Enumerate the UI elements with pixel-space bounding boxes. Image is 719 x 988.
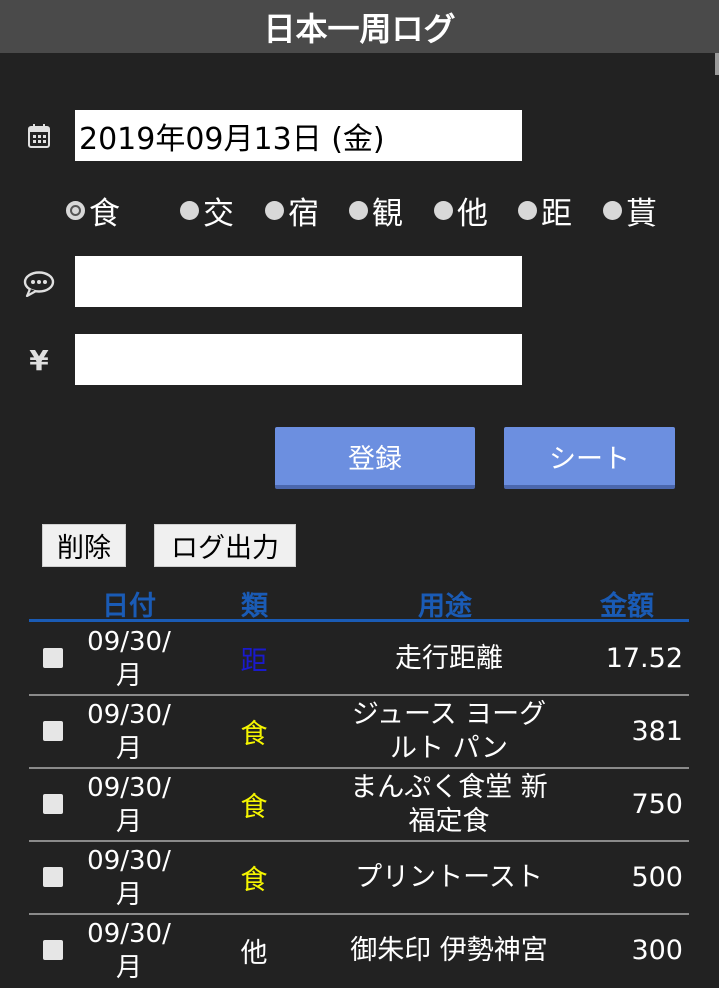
radio-label: 観 <box>372 195 403 232</box>
register-button[interactable]: 登録 <box>275 427 475 489</box>
row-checkbox[interactable] <box>43 867 63 887</box>
row-category: 距 <box>240 646 268 677</box>
row-purpose: まんぷく食堂 新 福定食 <box>350 771 548 837</box>
row-date: 09/30/ 月 <box>87 773 171 837</box>
radio-icon <box>603 200 622 220</box>
row-category: 他 <box>240 938 268 969</box>
radio-label: 貰 <box>626 195 657 232</box>
radio-label: 食 <box>89 195 120 232</box>
radio-category-5[interactable]: 距 <box>518 188 572 232</box>
radio-category-4[interactable]: 他 <box>434 188 488 232</box>
row-date: 09/30/ 月 <box>87 919 171 983</box>
radio-category-6[interactable]: 貰 <box>603 188 657 232</box>
radio-category-3[interactable]: 観 <box>349 188 403 232</box>
radio-label: 距 <box>541 195 572 232</box>
radio-category-0[interactable]: 食 <box>66 188 120 232</box>
row-amount: 500 <box>631 862 683 893</box>
row-date: 09/30/ 月 <box>87 846 171 910</box>
yen-icon: ¥ <box>22 343 56 377</box>
table-row[interactable]: 09/30/ 月 他 御朱印 伊勢神宮 300 <box>29 915 689 988</box>
scrollbar[interactable] <box>715 53 719 75</box>
radio-icon <box>518 200 537 220</box>
row-category: 食 <box>240 719 268 750</box>
radio-checked-icon <box>66 200 85 220</box>
radio-icon <box>180 200 199 220</box>
header-purpose: 用途 <box>418 591 472 622</box>
memo-field[interactable] <box>75 256 522 307</box>
register-button-label: 登録 <box>348 443 402 475</box>
calendar-icon <box>22 119 56 153</box>
app-title: 日本一周ログ <box>263 9 456 48</box>
app-title-bar: 日本一周ログ <box>0 0 719 53</box>
delete-button-label: 削除 <box>57 533 111 564</box>
row-amount: 300 <box>631 935 683 966</box>
row-purpose: 御朱印 伊勢神宮 <box>350 934 548 966</box>
table-header: 日付 類 用途 金額 <box>29 582 689 622</box>
table-row[interactable]: 09/30/ 月 距 走行距離 17.52 <box>29 623 689 696</box>
row-amount: 750 <box>631 789 683 820</box>
header-amount: 金額 <box>600 591 654 622</box>
radio-icon <box>265 200 284 220</box>
row-date: 09/30/ 月 <box>87 700 171 764</box>
header-date: 日付 <box>102 591 156 622</box>
row-checkbox[interactable] <box>43 648 63 668</box>
radio-label: 他 <box>457 195 488 232</box>
radio-label: 宿 <box>288 195 319 232</box>
table-row[interactable]: 09/30/ 月 食 プリントースト 500 <box>29 842 689 915</box>
radio-category-2[interactable]: 宿 <box>265 188 319 232</box>
radio-icon <box>434 200 453 220</box>
export-log-button-label: ログ出力 <box>171 533 279 564</box>
radio-category-1[interactable]: 交 <box>180 188 234 232</box>
row-checkbox[interactable] <box>43 721 63 741</box>
date-field[interactable]: 2019年09月13日 (金) <box>75 110 522 161</box>
sheet-button-label: シート <box>549 443 630 475</box>
sheet-button[interactable]: シート <box>504 427 675 489</box>
table-row[interactable]: 09/30/ 月 食 まんぷく食堂 新 福定食 750 <box>29 769 689 842</box>
category-radio-group: 食 交 宿 観 他 距 貰 <box>0 188 719 232</box>
radio-icon <box>349 200 368 220</box>
row-amount: 381 <box>631 716 683 747</box>
row-checkbox[interactable] <box>43 940 63 960</box>
row-purpose: プリントースト <box>355 861 543 893</box>
export-log-button[interactable]: ログ出力 <box>154 524 296 567</box>
row-purpose: 走行距離 <box>395 642 503 674</box>
speech-bubble-icon <box>22 267 56 301</box>
row-amount: 17.52 <box>605 643 683 674</box>
row-checkbox[interactable] <box>43 794 63 814</box>
table-row[interactable]: 09/30/ 月 食 ジュース ヨーグ ルト パン 381 <box>29 696 689 769</box>
row-category: 食 <box>240 865 268 896</box>
date-value: 2019年09月13日 (金) <box>79 121 385 157</box>
yen-symbol: ¥ <box>29 343 49 377</box>
row-date: 09/30/ 月 <box>87 627 171 691</box>
radio-label: 交 <box>203 195 234 232</box>
delete-button[interactable]: 削除 <box>42 524 126 567</box>
header-category: 類 <box>241 591 268 622</box>
row-category: 食 <box>240 792 268 823</box>
amount-field[interactable] <box>75 334 522 385</box>
row-purpose: ジュース ヨーグ ルト パン <box>351 698 547 764</box>
